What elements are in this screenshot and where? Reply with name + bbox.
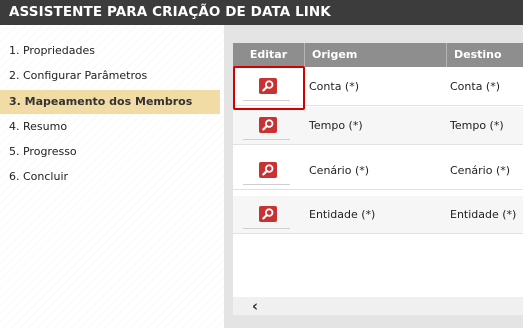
magnifier-icon [262,164,274,176]
edit-underline [243,100,290,101]
mapping-panel: Editar Origem Destino Conta (*) Conta (*… [224,25,523,328]
origem-cell: Entidade (*) [309,208,376,221]
destino-cell: Entidade (*) [450,208,517,221]
origem-cell: Conta (*) [309,80,360,93]
member-mapping-grid: Editar Origem Destino Conta (*) Conta (*… [233,43,523,299]
edit-cell [233,107,305,145]
step-mapeamento-dos-membros[interactable]: 3. Mapeamento dos Membros [0,90,220,114]
table-row[interactable]: Conta (*) Conta (*) [233,68,523,106]
horizontal-scrollbar[interactable]: ‹ [233,297,523,315]
step-progresso[interactable]: 5. Progresso [0,140,220,164]
column-header-destino[interactable]: Destino [447,43,523,67]
column-header-editar[interactable]: Editar [233,43,305,67]
grid-header: Editar Origem Destino [233,43,523,67]
edit-underline [243,184,290,185]
edit-underline [243,139,290,140]
destino-cell: Cenário (*) [450,164,511,177]
magnifier-icon [262,80,274,92]
edit-button[interactable] [259,78,277,94]
window-title: ASSISTENTE PARA CRIAÇÃO DE DATA LINK [0,0,523,25]
magnifier-icon [262,208,274,220]
edit-cell [233,196,305,234]
destino-cell: Tempo (*) [450,119,504,132]
step-resumo[interactable]: 4. Resumo [0,115,220,139]
origem-cell: Cenário (*) [309,164,370,177]
edit-button[interactable] [259,206,277,222]
wizard-steps-sidebar: 1. Propriedades 2. Configurar Parâmetros… [0,25,224,328]
table-row[interactable]: Cenário (*) Cenário (*) [233,152,523,190]
edit-button[interactable] [259,162,277,178]
scroll-left-arrow-icon[interactable]: ‹ [248,299,262,314]
table-row[interactable]: Entidade (*) Entidade (*) [233,196,523,234]
column-header-origem[interactable]: Origem [305,43,447,67]
edit-button[interactable] [259,117,277,133]
destino-cell: Conta (*) [450,80,501,93]
origem-cell: Tempo (*) [309,119,363,132]
magnifier-icon [262,119,274,131]
table-row[interactable]: Tempo (*) Tempo (*) [233,107,523,145]
edit-cell [233,68,305,106]
step-propriedades[interactable]: 1. Propriedades [0,39,220,63]
edit-underline [243,228,290,229]
edit-cell [233,152,305,190]
step-concluir[interactable]: 6. Concluir [0,165,220,189]
step-configurar-parametros[interactable]: 2. Configurar Parâmetros [0,64,220,88]
